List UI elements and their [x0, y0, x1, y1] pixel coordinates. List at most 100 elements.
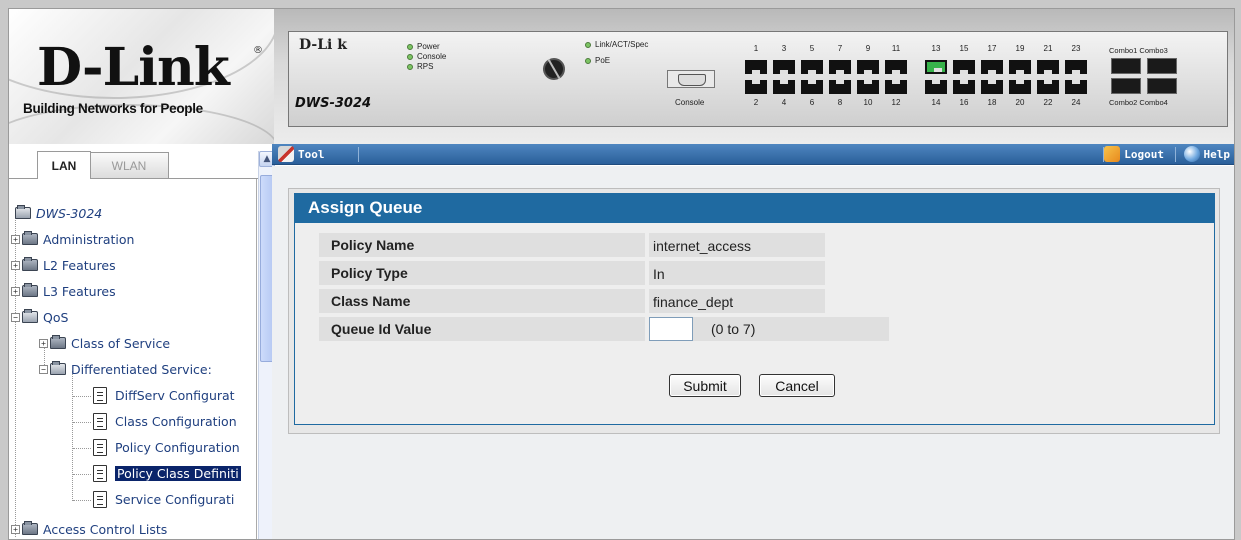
- led-icon: [407, 43, 413, 50]
- ethernet-port-icon: [953, 80, 975, 94]
- tree-item-label: Service Configurati: [115, 491, 235, 507]
- tree-root-label: DWS-3024: [36, 205, 103, 221]
- document-icon: [93, 412, 107, 430]
- tree-item-label: DiffServ Configurat: [115, 387, 235, 403]
- document-icon: [93, 490, 107, 508]
- led-icon: [407, 63, 413, 70]
- expand-icon[interactable]: +: [11, 524, 20, 534]
- queue-id-cell: (0 to 7): [645, 317, 889, 341]
- tool-label: Tool: [298, 147, 325, 161]
- assign-queue-form: Policy Name internet_access Policy Type …: [294, 223, 1215, 425]
- tree-item-diffserv-configuration[interactable]: DiffServ Configurat: [93, 385, 235, 405]
- combo-bottom-label: Combo2 Combo4: [1109, 98, 1168, 107]
- port-number-label: 18: [987, 98, 997, 107]
- port-number-label: 17: [987, 44, 997, 53]
- collapse-icon[interactable]: −: [39, 364, 48, 374]
- ethernet-port-icon: [773, 80, 795, 94]
- tree-item-policy-configuration[interactable]: Policy Configuration: [93, 437, 240, 457]
- led-rps: RPS: [407, 62, 433, 71]
- document-icon: [93, 464, 107, 482]
- collapse-icon[interactable]: −: [11, 312, 20, 322]
- port-number-label: 12: [891, 98, 901, 107]
- queue-id-input[interactable]: [649, 317, 693, 341]
- toolbar-divider: [1175, 147, 1176, 162]
- top-toolbar: Tool Logout Help: [272, 144, 1234, 165]
- port-number-label: 10: [863, 98, 873, 107]
- expand-icon[interactable]: +: [39, 338, 48, 348]
- class-name-value: finance_dept: [645, 289, 825, 313]
- tree-item-policy-class-definition[interactable]: Policy Class Definiti: [93, 463, 241, 483]
- policy-type-label: Policy Type: [319, 261, 645, 285]
- help-button[interactable]: Help: [1183, 146, 1231, 162]
- ethernet-port-icon: [1037, 80, 1059, 94]
- expand-icon[interactable]: +: [11, 234, 20, 244]
- led-power: Power: [407, 42, 440, 51]
- ethernet-port-icon: [981, 80, 1003, 94]
- panel-model: DWS-3024: [295, 96, 372, 111]
- led-label: Console: [417, 52, 447, 61]
- tab-wlan[interactable]: WLAN: [89, 152, 169, 178]
- led-label: Power: [417, 42, 440, 51]
- led-label: RPS: [417, 62, 434, 71]
- tree-item-qos[interactable]: − QoS: [11, 307, 68, 327]
- port-number-label: 6: [809, 98, 815, 107]
- tab-lan[interactable]: LAN: [37, 151, 91, 179]
- tree-item-label: Differentiated Service:: [71, 361, 212, 377]
- ethernet-port-icon: [925, 80, 947, 94]
- tree-item-class-of-service[interactable]: + Class of Service: [39, 333, 170, 353]
- port-number-label: 22: [1043, 98, 1053, 107]
- expand-icon[interactable]: +: [11, 286, 20, 296]
- ethernet-port-icon: [773, 60, 795, 74]
- ethernet-port-icon: [885, 60, 907, 74]
- tree-item-class-configuration[interactable]: Class Configuration: [93, 411, 237, 431]
- tree-item-differentiated-services[interactable]: − Differentiated Service:: [39, 359, 212, 379]
- combo-port-icon: [1147, 58, 1177, 74]
- logout-icon: [1104, 146, 1121, 162]
- cancel-button[interactable]: Cancel: [759, 374, 835, 397]
- tree-item-administration[interactable]: + Administration: [11, 229, 134, 249]
- port-number-label: 19: [1015, 44, 1025, 53]
- ethernet-port-icon: [857, 80, 879, 94]
- folder-open-icon: [22, 309, 38, 323]
- tree-item-label: Administration: [43, 231, 135, 247]
- policy-name-label: Policy Name: [319, 233, 645, 257]
- help-icon: [1183, 146, 1200, 162]
- tree-item-l3-features[interactable]: + L3 Features: [11, 281, 116, 301]
- dlink-logo: D-Link ® Building Networks for People: [9, 9, 274, 144]
- tool-menu[interactable]: Tool: [278, 146, 325, 162]
- logout-button[interactable]: Logout: [1104, 146, 1164, 162]
- nav-tree: DWS-3024 + Administration + L2 Features …: [9, 179, 257, 539]
- led-poe: PoE: [585, 56, 610, 65]
- port-number-label: 15: [959, 44, 969, 53]
- console-label: Console: [675, 98, 705, 107]
- ethernet-port-icon: [1009, 80, 1031, 94]
- port-number-label: 11: [891, 44, 901, 53]
- ethernet-port-icon: [885, 80, 907, 94]
- expand-icon[interactable]: +: [11, 260, 20, 270]
- folder-open-icon: [15, 205, 31, 219]
- combo-port-icon: [1147, 78, 1177, 94]
- port-number-label: 3: [781, 44, 787, 53]
- ethernet-port-icon: [745, 60, 767, 74]
- ethernet-port-icon: [857, 60, 879, 74]
- folder-open-icon: [50, 361, 66, 375]
- reset-knob-icon: [538, 53, 570, 85]
- folder-icon: [22, 231, 38, 245]
- main-content: Assign Queue Policy Name internet_access…: [272, 166, 1234, 539]
- folder-icon: [50, 335, 66, 349]
- led-icon: [407, 53, 413, 60]
- help-label: Help: [1203, 147, 1231, 161]
- port-number-label: 1: [753, 44, 759, 53]
- led-console: Console: [407, 52, 446, 61]
- toolbar-divider: [358, 147, 359, 162]
- nav-tabs: WLAN LAN: [9, 144, 274, 182]
- tree-item-label: L2 Features: [43, 257, 116, 273]
- port-number-label: 20: [1015, 98, 1025, 107]
- device-panel-image: D-Li k DWS-3024 Power Console RPS Link/A…: [274, 9, 1234, 144]
- tree-item-service-configuration[interactable]: Service Configurati: [93, 489, 234, 509]
- tree-root[interactable]: DWS-3024: [15, 203, 102, 223]
- submit-button[interactable]: Submit: [669, 374, 741, 397]
- tree-item-access-control-lists[interactable]: + Access Control Lists: [11, 519, 167, 539]
- tree-item-l2-features[interactable]: + L2 Features: [11, 255, 116, 275]
- folder-icon: [22, 521, 38, 535]
